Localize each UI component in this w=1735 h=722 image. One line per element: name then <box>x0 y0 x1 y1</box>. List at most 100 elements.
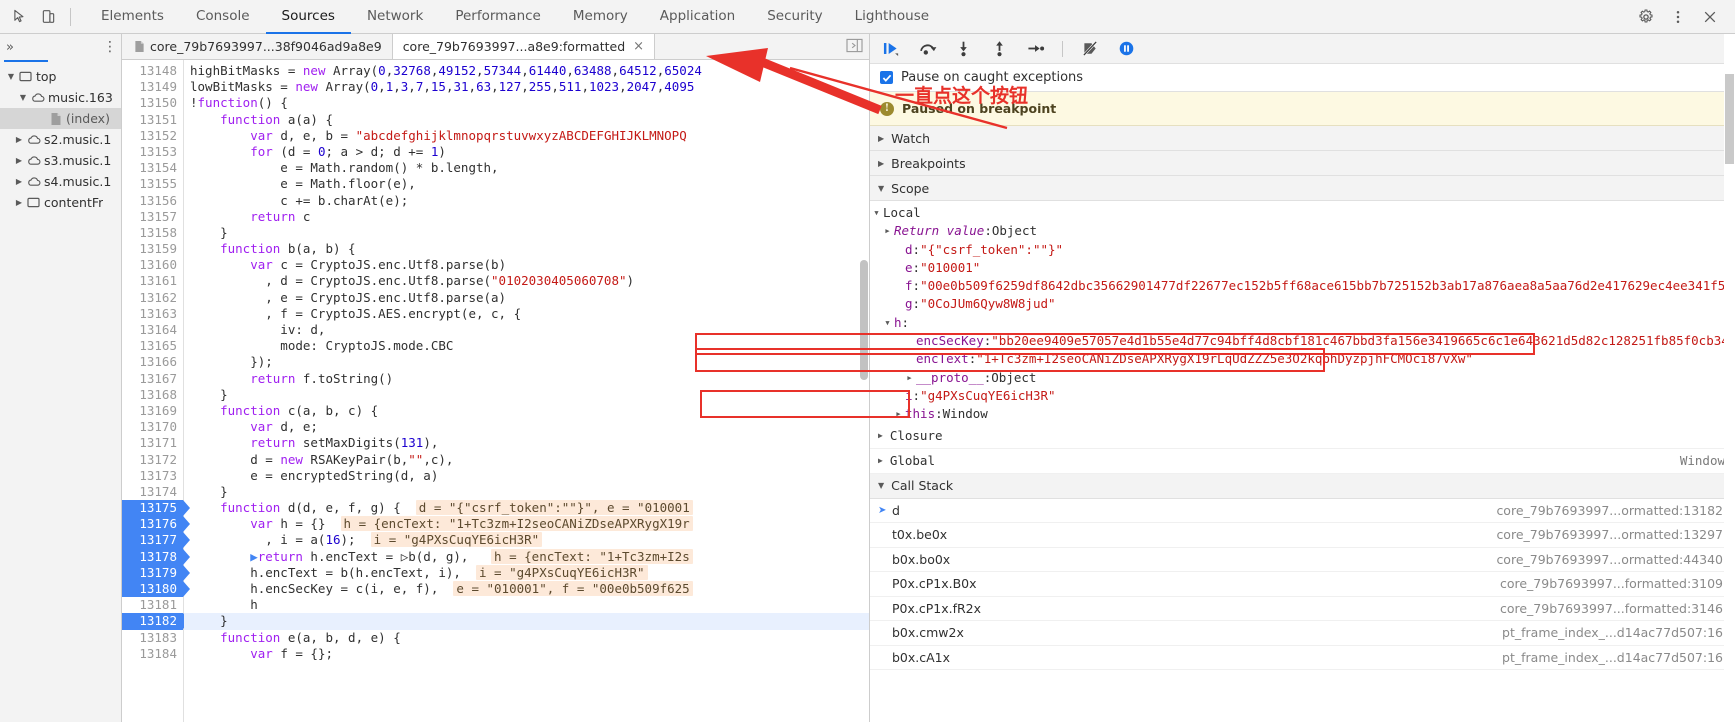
line-number[interactable]: 13171 <box>122 435 183 451</box>
pause-on-caught-checkbox[interactable] <box>880 71 893 84</box>
scope-variable-row[interactable]: encText: "1+Tc3zm+I2seoCANiZDseAPXRygX19… <box>870 350 1735 368</box>
line-number[interactable]: 13161 <box>122 273 183 289</box>
code-line[interactable]: } <box>184 613 869 630</box>
disclosure-triangle-icon[interactable]: ▶ <box>12 135 26 144</box>
expand-navigator-icon[interactable]: » <box>6 40 14 55</box>
code-line[interactable]: return f.toString() <box>184 371 869 387</box>
close-devtools-icon[interactable] <box>1695 3 1725 31</box>
disclosure-triangle-icon[interactable]: ▼ <box>4 72 18 81</box>
code-line[interactable]: var d, e, b = "abcdefghijklmnopqrstuvwxy… <box>184 128 869 144</box>
line-number[interactable]: 13164 <box>122 322 183 338</box>
code-line[interactable]: , i = a(16); i = "g4PXsCuqYE6icH3R" <box>184 532 869 548</box>
line-number[interactable]: 13148 <box>122 63 183 79</box>
tab-sources[interactable]: Sources <box>265 0 351 34</box>
code-line[interactable]: , d = CryptoJS.enc.Utf8.parse("010203040… <box>184 273 869 289</box>
scope-variable-row[interactable]: encSecKey: "bb20ee9409e57057e4d1b55e4d77… <box>870 332 1735 350</box>
section-watch[interactable]: ▶ Watch <box>870 126 1735 151</box>
code-line[interactable]: } <box>184 387 869 403</box>
line-number[interactable]: 13159 <box>122 241 183 257</box>
code-line[interactable]: h.encSecKey = c(i, e, f), e = "010001", … <box>184 581 869 597</box>
code-line[interactable]: var d, e; <box>184 419 869 435</box>
step-button[interactable] <box>1024 38 1046 60</box>
code-line[interactable]: highBitMasks = new Array(0,32768,49152,5… <box>184 63 869 79</box>
tab-memory[interactable]: Memory <box>557 0 644 34</box>
tab-security[interactable]: Security <box>751 0 838 34</box>
line-number[interactable]: 13179 <box>122 564 190 581</box>
code-content[interactable]: highBitMasks = new Array(0,32768,49152,5… <box>184 60 869 722</box>
line-number[interactable]: 13160 <box>122 257 183 273</box>
call-stack-row[interactable]: t0x.be0x core_79b7693997...ormatted:13297 <box>870 523 1735 548</box>
line-number[interactable]: 13155 <box>122 176 183 192</box>
line-number[interactable]: 13173 <box>122 468 183 484</box>
show-navigator-icon[interactable] <box>846 38 863 56</box>
line-number[interactable]: 13174 <box>122 484 183 500</box>
code-line[interactable]: function e(a, b, d, e) { <box>184 630 869 646</box>
tab-network[interactable]: Network <box>351 0 439 34</box>
code-line[interactable]: iv: d, <box>184 322 869 338</box>
line-number[interactable]: 13152 <box>122 128 183 144</box>
tree-item-s2music[interactable]: ▶ s2.music.1 <box>0 129 121 150</box>
code-line[interactable]: !function() { <box>184 95 869 111</box>
tree-item-top[interactable]: ▼ top <box>0 66 121 87</box>
line-number[interactable]: 13151 <box>122 112 183 128</box>
scope-variables-list[interactable]: ▼ Local ▶ Return value: Object d: "{"csrf_to… <box>870 201 1735 474</box>
inspect-element-icon[interactable] <box>6 4 34 30</box>
code-line[interactable]: for (d = 0; a > d; d += 1) <box>184 144 869 160</box>
line-number-gutter[interactable]: 13148 13149 13150 13151 13152 13153 13154 13155… <box>122 60 190 722</box>
disclosure-triangle-icon[interactable]: ▼ <box>16 93 30 102</box>
line-number[interactable]: 13150 <box>122 95 183 111</box>
editor-tab-core-formatted[interactable]: core_79b7693997...a8e9:formatted × <box>392 34 656 59</box>
line-number[interactable]: 13162 <box>122 290 183 306</box>
code-line[interactable]: h.encText = b(h.encText, i), i = "g4PXsC… <box>184 564 869 581</box>
code-line[interactable]: , e = CryptoJS.enc.Utf8.parse(a) <box>184 290 869 306</box>
chevron-right-icon[interactable]: ▶ <box>881 222 894 240</box>
code-line[interactable]: function d(d, e, f, g) { d = "{"csrf_tok… <box>184 500 869 516</box>
code-viewport[interactable]: 13148 13149 13150 13151 13152 13153 13154 13155… <box>122 60 869 722</box>
scrollbar-thumb[interactable] <box>1725 74 1734 164</box>
code-line[interactable]: e = encryptedString(d, a) <box>184 468 869 484</box>
resume-script-button[interactable] <box>880 38 902 60</box>
call-stack-row[interactable]: P0x.cP1x.fR2x core_79b7693997...formatted… <box>870 597 1735 622</box>
scope-group-local[interactable]: ▼ Local <box>870 204 1735 222</box>
code-line[interactable]: function a(a) { <box>184 112 869 128</box>
line-number[interactable]: 13184 <box>122 646 183 662</box>
pause-on-caught-exceptions-row[interactable]: Pause on caught exceptions <box>870 64 1735 92</box>
scope-variable-row[interactable]: g: "0CoJUm6Qyw8W8jud" <box>870 295 1735 313</box>
line-number[interactable]: 13158 <box>122 225 183 241</box>
code-line[interactable]: var c = CryptoJS.enc.Utf8.parse(b) <box>184 257 869 273</box>
step-over-button[interactable] <box>916 38 938 60</box>
navigator-more-icon[interactable]: ⋮ <box>103 40 117 54</box>
step-out-button[interactable] <box>988 38 1010 60</box>
line-number[interactable]: 13183 <box>122 630 183 646</box>
line-number[interactable]: 13177 <box>122 532 190 549</box>
scope-variable-row[interactable]: ▼ h: <box>870 314 1735 332</box>
scope-variable-row[interactable]: f: "00e0b509f6259df8642dbc35662901477df2… <box>870 277 1735 295</box>
code-line[interactable]: } <box>184 225 869 241</box>
disclosure-triangle-icon[interactable]: ▶ <box>12 156 26 165</box>
editor-tab-core-original[interactable]: core_79b7693997...38f9046ad9a8e9 <box>122 34 393 59</box>
line-number[interactable]: 13165 <box>122 338 183 354</box>
code-line[interactable]: h <box>184 597 869 613</box>
line-number[interactable]: 13176 <box>122 516 190 533</box>
scope-group-closure[interactable]: ▶ Closure <box>870 423 1735 449</box>
line-number[interactable]: 13170 <box>122 419 183 435</box>
code-line[interactable]: , f = CryptoJS.AES.encrypt(e, c, { <box>184 306 869 322</box>
call-stack-row[interactable]: b0x.cA1x pt_frame_index_...d14ac77d507:16 <box>870 646 1735 671</box>
tab-lighthouse[interactable]: Lighthouse <box>839 0 945 34</box>
settings-gear-icon[interactable] <box>1631 3 1661 31</box>
line-number[interactable]: 13180 <box>122 581 190 598</box>
code-line[interactable]: function c(a, b, c) { <box>184 403 869 419</box>
section-scope[interactable]: ▼ Scope <box>870 176 1735 201</box>
code-line[interactable]: }); <box>184 354 869 370</box>
line-number[interactable]: 13157 <box>122 209 183 225</box>
tab-application[interactable]: Application <box>644 0 751 34</box>
debugger-vertical-scrollbar[interactable] <box>1724 34 1735 722</box>
section-breakpoints[interactable]: ▶ Breakpoints <box>870 151 1735 176</box>
scope-variable-row[interactable]: i: "g4PXsCuqYE6icH3R" <box>870 387 1735 405</box>
tab-console[interactable]: Console <box>180 0 266 34</box>
code-line[interactable]: lowBitMasks = new Array(0,1,3,7,15,31,63… <box>184 79 869 95</box>
line-number[interactable]: 13168 <box>122 387 183 403</box>
scrollbar-thumb[interactable] <box>860 260 868 380</box>
code-line[interactable]: mode: CryptoJS.mode.CBC <box>184 338 869 354</box>
editor-vertical-scrollbar[interactable] <box>859 60 869 722</box>
